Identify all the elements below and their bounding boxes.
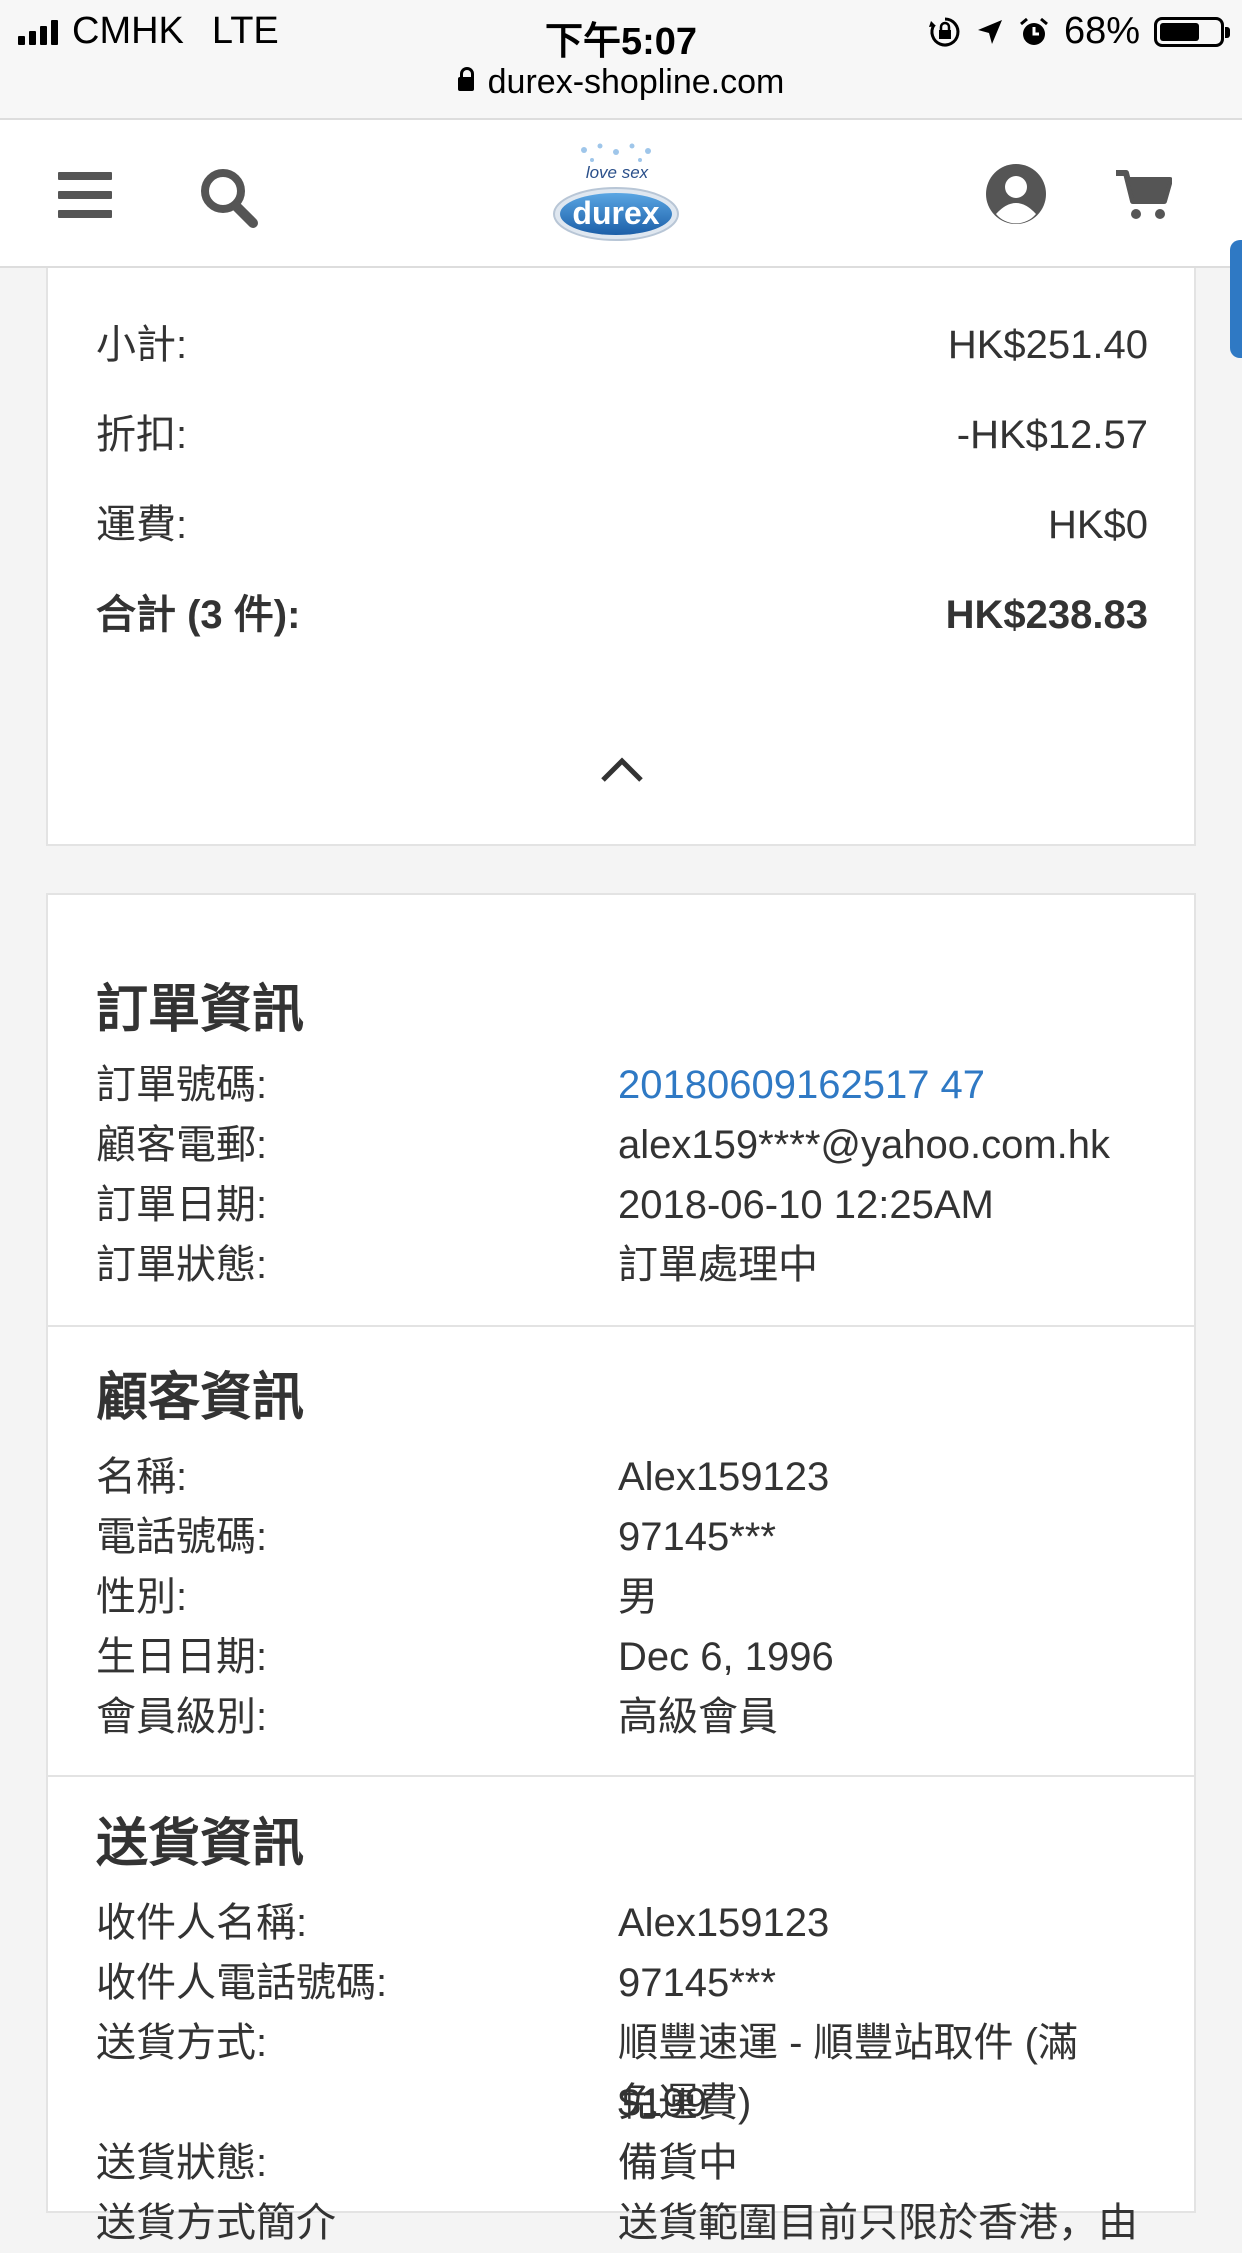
- customer-phone-row: 電話號碼: 97145***: [96, 1507, 1154, 1567]
- side-feedback-tab[interactable]: [1230, 240, 1242, 358]
- cart-icon[interactable]: [1114, 168, 1172, 222]
- customer-birthday-label: 生日日期:: [96, 1635, 268, 1679]
- order-status-value: 訂單處理中: [618, 1243, 818, 1287]
- delivery-method-value-line2: 免運費): [618, 2081, 752, 2125]
- logo-tagline: love sex: [586, 163, 649, 182]
- orientation-lock-icon: [928, 17, 960, 46]
- alarm-icon: [1019, 17, 1048, 45]
- collapse-toggle-card[interactable]: [46, 676, 1196, 846]
- order-summary-card: 小計: HK$251.40 折扣: -HK$12.57 運費: HK$0 合計 …: [46, 268, 1196, 678]
- user-icon[interactable]: [984, 162, 1048, 226]
- order-details-card: 訂單資訊 訂單號碼: 20180609162517 47 顧客電郵: alex1…: [46, 893, 1196, 2245]
- search-icon[interactable]: [198, 166, 260, 230]
- lock-icon: [457, 67, 474, 91]
- site-header: love sex durex: [0, 118, 1242, 268]
- customer-name-label: 名稱:: [96, 1455, 188, 1499]
- chevron-up-icon[interactable]: [599, 754, 645, 784]
- membership-level-value: 高級會員: [618, 1695, 778, 1739]
- customer-phone-label: 電話號碼:: [96, 1515, 268, 1559]
- url-bar[interactable]: durex-shopline.com: [0, 60, 1242, 118]
- customer-gender-value: 男: [618, 1575, 658, 1619]
- customer-phone-value: 97145***: [618, 1515, 776, 1559]
- customer-info-section: 顧客資訊 名稱: Alex159123 電話號碼: 97145*** 性別: 男…: [48, 1325, 1194, 1777]
- customer-name-value: Alex159123: [618, 1455, 830, 1499]
- subtotal-value: HK$251.40: [947, 323, 1148, 367]
- delivery-method-label: 送貨方式:: [96, 2021, 268, 2065]
- customer-email-value: alex159****@yahoo.com.hk: [618, 1123, 1111, 1167]
- shipping-row: 運費: HK$0: [96, 500, 1148, 550]
- order-number-row: 訂單號碼: 20180609162517 47: [96, 1055, 1154, 1115]
- order-date-label: 訂單日期:: [96, 1183, 268, 1227]
- shipping-label: 運費:: [96, 503, 188, 547]
- customer-birthday-value: Dec 6, 1996: [618, 1635, 834, 1679]
- membership-level-row: 會員級別: 高級會員: [96, 1687, 1154, 1747]
- discount-row: 折扣: -HK$12.57: [96, 410, 1148, 460]
- order-status-label: 訂單狀態:: [96, 1243, 268, 1287]
- membership-level-label: 會員級別:: [96, 1695, 268, 1739]
- delivery-status-value: 備貨中: [618, 2141, 738, 2185]
- durex-logo[interactable]: love sex durex: [552, 142, 682, 252]
- order-info-section: 訂單資訊 訂單號碼: 20180609162517 47 顧客電郵: alex1…: [48, 895, 1194, 1325]
- recipient-name-row: 收件人名稱: Alex159123: [96, 1893, 1154, 1953]
- recipient-phone-row: 收件人電話號碼: 97145***: [96, 1953, 1154, 2013]
- customer-birthday-row: 生日日期: Dec 6, 1996: [96, 1627, 1154, 1687]
- battery-icon: [1154, 16, 1230, 47]
- total-label: 合計 (3 件):: [96, 593, 301, 637]
- delivery-description-value: 送貨範圍目前只限於香港，由: [618, 2201, 1138, 2245]
- delivery-status-row: 送貨狀態: 備貨中: [96, 2133, 1154, 2193]
- order-date-value: 2018-06-10 12:25AM: [618, 1183, 994, 1227]
- recipient-name-value: Alex159123: [618, 1901, 830, 1945]
- recipient-phone-label: 收件人電話號碼:: [96, 1961, 388, 2005]
- total-value: HK$238.83: [945, 593, 1148, 637]
- order-date-row: 訂單日期: 2018-06-10 12:25AM: [96, 1175, 1154, 1235]
- customer-email-row: 顧客電郵: alex159****@yahoo.com.hk: [96, 1115, 1154, 1175]
- customer-gender-row: 性別: 男: [96, 1567, 1154, 1627]
- customer-gender-label: 性別:: [96, 1575, 188, 1619]
- delivery-description-label: 送貨方式簡介: [96, 2201, 336, 2245]
- subtotal-row: 小計: HK$251.40: [96, 320, 1148, 370]
- recipient-name-label: 收件人名稱:: [96, 1901, 308, 1945]
- delivery-method-row: 送貨方式: 順豐速運 - 順豐站取件 (滿$199 免運費): [96, 2013, 1154, 2133]
- total-row: 合計 (3 件): HK$238.83: [96, 590, 1148, 640]
- discount-label: 折扣:: [96, 413, 188, 457]
- logo-brand: durex: [572, 195, 659, 231]
- subtotal-label: 小計:: [96, 323, 188, 367]
- delivery-description-row: 送貨方式簡介 送貨範圍目前只限於香港，由: [96, 2193, 1154, 2253]
- menu-icon[interactable]: [58, 172, 112, 229]
- delivery-info-title: 送貨資訊: [96, 1815, 305, 1873]
- delivery-status-label: 送貨狀態:: [96, 2141, 268, 2185]
- order-number-label: 訂單號碼:: [96, 1063, 268, 1107]
- location-arrow-icon: [977, 19, 1002, 44]
- customer-name-row: 名稱: Alex159123: [96, 1447, 1154, 1507]
- discount-value: -HK$12.57: [956, 413, 1148, 457]
- customer-info-title: 顧客資訊: [96, 1369, 305, 1427]
- url-text: durex-shopline.com: [487, 63, 785, 101]
- order-number-link[interactable]: 20180609162517 47: [618, 1055, 1154, 1115]
- delivery-info-section: 送貨資訊 收件人名稱: Alex159123 收件人電話號碼: 97145***…: [48, 1775, 1194, 2245]
- status-right: 68%: [928, 10, 1230, 53]
- order-status-row: 訂單狀態: 訂單處理中: [96, 1235, 1154, 1295]
- status-bar: CMHK LTE 下午5:07 68%: [0, 0, 1242, 63]
- battery-percent: 68%: [1063, 10, 1140, 52]
- order-info-title: 訂單資訊: [96, 981, 305, 1039]
- customer-email-label: 顧客電郵:: [96, 1123, 268, 1167]
- shipping-value: HK$0: [1047, 503, 1148, 547]
- recipient-phone-value: 97145***: [618, 1961, 776, 2005]
